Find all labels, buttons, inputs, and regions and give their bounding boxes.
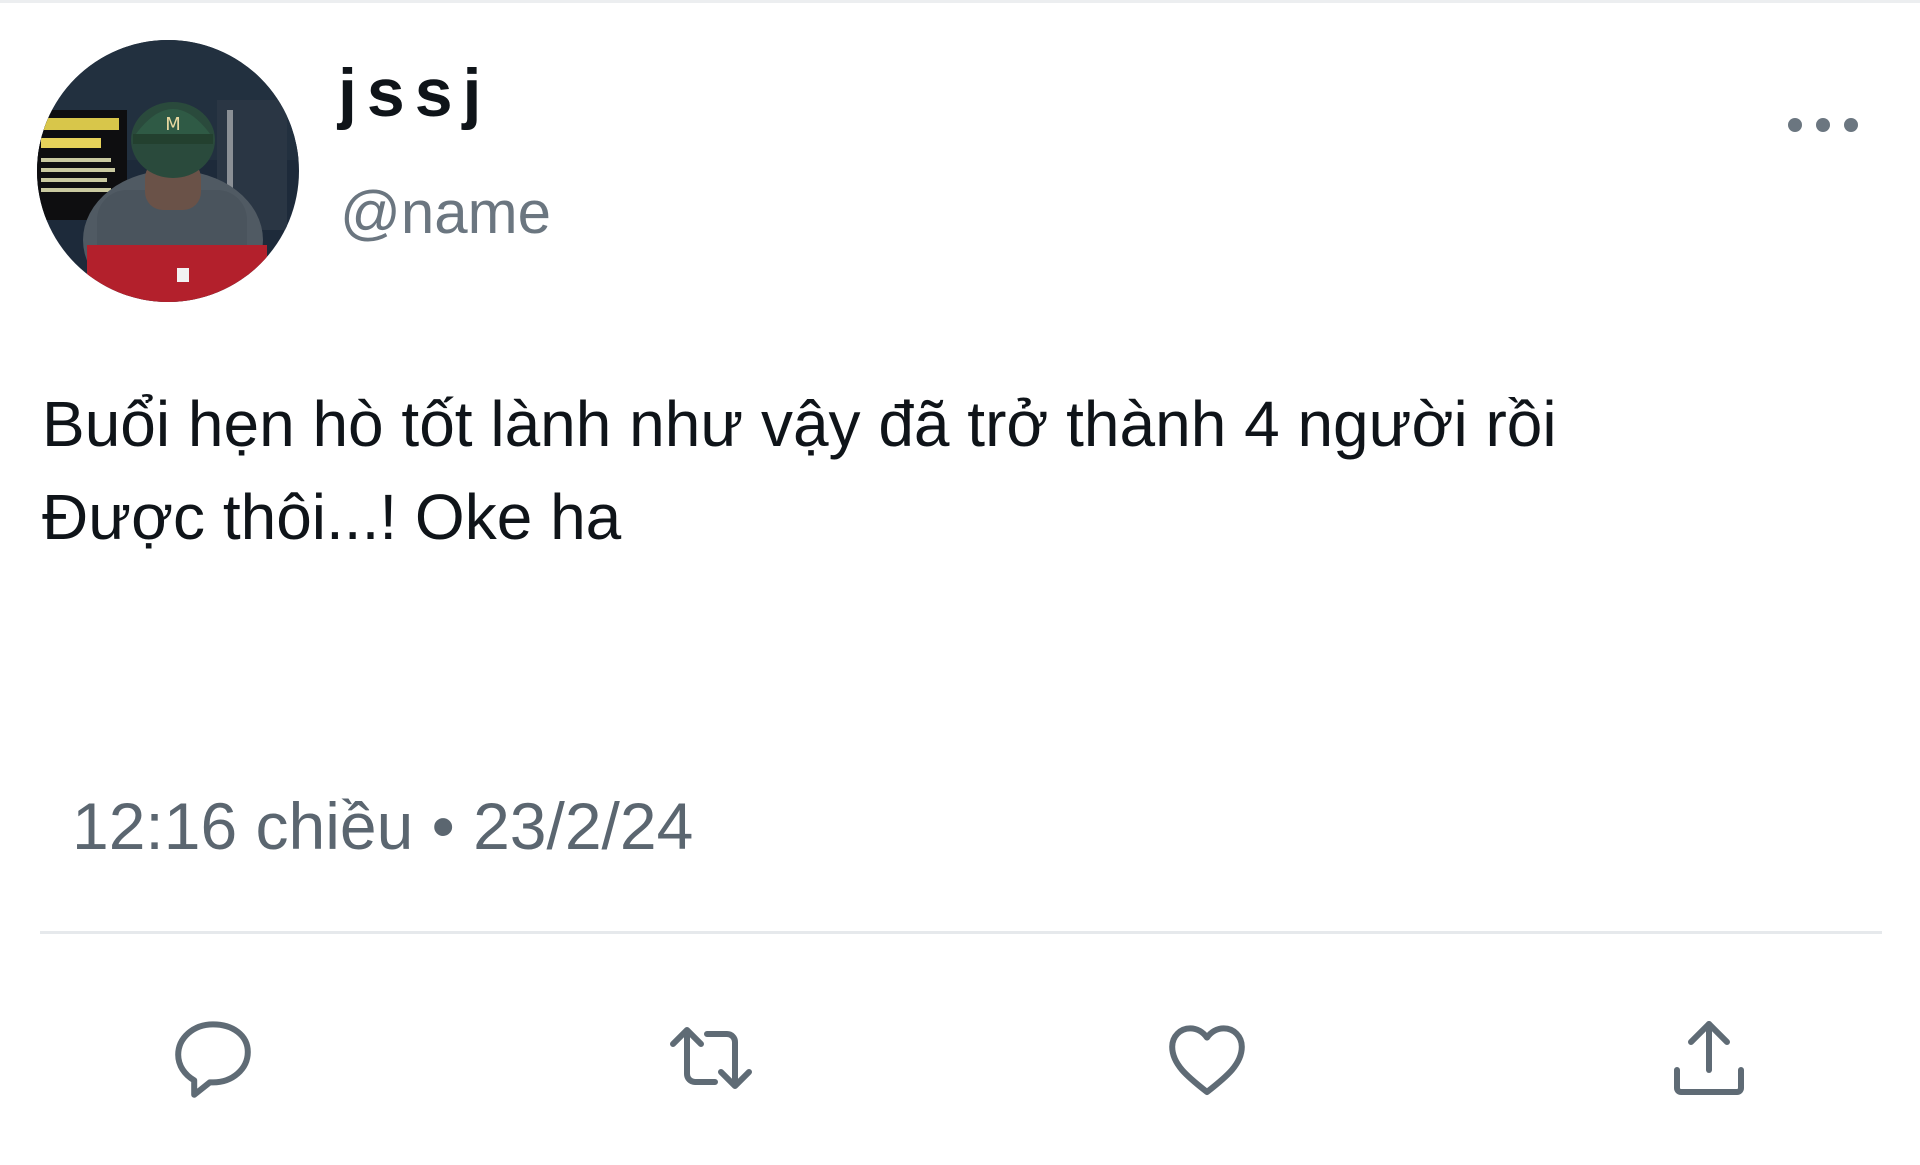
more-dot bbox=[1816, 118, 1830, 132]
tweet-detail: M jssj @name Buổi hẹn hò tốt lành như vậ… bbox=[0, 0, 1920, 1165]
more-options-icon[interactable] bbox=[1788, 107, 1858, 143]
share-button[interactable] bbox=[1654, 1003, 1764, 1113]
retweet-icon bbox=[670, 1027, 752, 1089]
more-dot bbox=[1844, 118, 1858, 132]
tweet-text-line: Buổi hẹn hò tốt lành như vậy đã trở thàn… bbox=[42, 388, 1557, 460]
tweet-timestamp[interactable]: 12:16 chiều • 23/2/24 bbox=[72, 793, 693, 859]
like-icon bbox=[1169, 1025, 1245, 1095]
more-dot bbox=[1788, 118, 1802, 132]
tweet-text-line: Được thôi...! Oke ha bbox=[42, 481, 622, 553]
share-icon bbox=[1674, 1021, 1744, 1095]
like-button[interactable] bbox=[1152, 1003, 1262, 1113]
tweet-time: 12:16 chiều bbox=[72, 789, 414, 863]
user-handle[interactable]: @name bbox=[340, 183, 551, 243]
svg-text:M: M bbox=[165, 114, 181, 135]
reply-icon bbox=[175, 1021, 251, 1098]
avatar-image: M bbox=[37, 40, 299, 302]
action-bar bbox=[0, 1003, 1920, 1113]
divider bbox=[40, 931, 1882, 934]
reply-button[interactable] bbox=[158, 1003, 268, 1113]
retweet-button[interactable] bbox=[656, 1003, 766, 1113]
tweet-text: Buổi hẹn hò tốt lành như vậy đã trở thàn… bbox=[42, 378, 1842, 564]
display-name[interactable]: jssj bbox=[338, 59, 491, 127]
avatar[interactable]: M bbox=[37, 40, 299, 302]
tweet-date: 23/2/24 bbox=[473, 789, 694, 863]
meta-separator: • bbox=[431, 789, 455, 863]
